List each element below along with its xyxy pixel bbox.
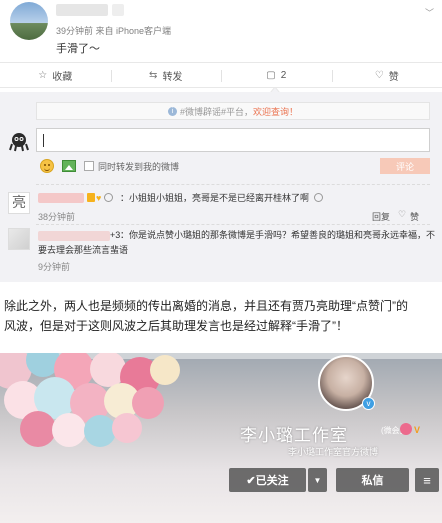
balloon-image — [112, 413, 142, 443]
panda-icon — [103, 193, 113, 202]
article-line: 除此之外，两人也是频频的传出离婚的消息，并且还有贾乃亮助理“点赞门”的 — [4, 299, 408, 313]
profile-banner: v 李小璐工作室 (微会员) V 李小璐工作室官方微博 ✔已关注 ▼ 私信 ≡ — [0, 353, 442, 523]
current-user-avatar-icon — [9, 133, 29, 152]
more-menu-icon[interactable]: ≡ — [415, 468, 439, 492]
balloon-image — [150, 355, 180, 385]
comment-panel: i #微博辟谣#平台， 欢迎查询！ 同时转发到我的微博 评论 亮 ♥ ：小姐姐小… — [0, 92, 442, 282]
balloon-image — [132, 387, 164, 419]
vip-icon — [87, 193, 95, 202]
profile-name: 李小璐工作室 — [240, 426, 348, 445]
followed-button[interactable]: ✔已关注 — [229, 468, 306, 492]
article-paragraph: 除此之外，两人也是频频的传出离婚的消息，并且还有贾乃亮助理“点赞门”的 风波，但… — [4, 296, 438, 336]
post-meta: 39分钟前 来自 iPhone客户端 — [56, 26, 172, 36]
commenter-name-suffix: +3 — [110, 230, 121, 240]
repost-checkbox[interactable] — [84, 161, 94, 171]
like-button[interactable]: ♡ 赞 — [331, 63, 442, 87]
follow-dropdown-button[interactable]: ▼ — [308, 468, 327, 492]
comment-time: 9分钟前 — [38, 262, 71, 272]
user-badge-blurred — [112, 4, 124, 16]
repost-checkbox-label: 同时转发到我的微博 — [98, 162, 180, 172]
balloon-image — [20, 411, 56, 447]
thumbs-up-icon: ♡ — [374, 69, 384, 81]
verified-icon: v — [362, 397, 375, 410]
member-v-icon[interactable]: V — [414, 425, 420, 435]
heart-icon: ♥ — [96, 193, 102, 203]
article-line: 风波，但是对于这则风波之后其助理发言也是经过解释“手滑了”！ — [4, 319, 348, 333]
favorite-label: 收藏 — [52, 71, 73, 83]
comment-button[interactable]: ▢ 2 — [221, 63, 332, 87]
comment-text: ：你是说点赞小璐姐的那条微博是手滑吗？希望善良的璐姐和亮哥永远幸福，不 — [120, 230, 436, 240]
like-label: 赞 — [388, 71, 399, 83]
comment-badges: ♥ — [86, 191, 113, 205]
member-crown-icon[interactable] — [400, 423, 412, 435]
text-cursor — [43, 134, 44, 147]
favorite-button[interactable]: ☆ 收藏 — [0, 63, 111, 87]
comment-text-continued: 要去理会那些流言蜚语 — [38, 245, 129, 255]
commenter-name-blurred[interactable] — [38, 193, 84, 203]
chevron-down-icon[interactable]: ﹀ — [425, 6, 434, 19]
emoji-icon — [314, 191, 323, 205]
divider — [36, 224, 430, 225]
thumbs-up-icon[interactable]: ♡ — [398, 209, 406, 220]
profile-subtitle: 李小璐工作室官方微博 — [288, 447, 379, 457]
post-text: 手滑了～ — [56, 43, 100, 55]
balloon-image — [84, 415, 116, 447]
comment-text: ：小姐姐小姐姐，亮哥是不是已经离开桂林了啊 — [120, 193, 310, 203]
comment-input[interactable] — [36, 128, 430, 152]
notice-link[interactable]: 欢迎查询！ — [253, 105, 298, 118]
divider — [36, 184, 430, 185]
weibo-post: 39分钟前 来自 iPhone客户端 手滑了～ ﹀ — [0, 0, 442, 58]
comment-time: 38分钟前 — [38, 212, 76, 222]
balloon-image — [52, 413, 86, 447]
notice-text: #微博辟谣#平台， — [179, 106, 253, 117]
user-avatar[interactable] — [10, 2, 48, 40]
repost-label: 转发 — [162, 71, 183, 83]
commenter-avatar[interactable]: 亮 — [8, 192, 30, 214]
submit-comment-button[interactable]: 评论 — [380, 158, 430, 174]
info-icon: i — [167, 106, 177, 116]
comment-like-label[interactable]: 赞 — [410, 210, 419, 223]
star-icon: ☆ — [38, 69, 48, 81]
image-icon[interactable] — [62, 160, 76, 172]
rumor-notice: i #微博辟谣#平台， 欢迎查询！ — [36, 102, 430, 120]
commenter-avatar[interactable] — [8, 228, 30, 250]
message-button[interactable]: 私信 — [336, 468, 409, 492]
comment-icon: ▢ — [266, 69, 276, 81]
repost-icon: ⇆ — [149, 69, 158, 81]
username-blurred[interactable] — [56, 4, 108, 16]
reply-link[interactable]: 回复 — [372, 210, 390, 223]
post-action-bar: ☆ 收藏 ⇆ 转发 ▢ 2 ♡ 赞 — [0, 62, 442, 88]
commenter-name-blurred[interactable] — [38, 231, 110, 241]
emoji-icon[interactable] — [40, 159, 54, 173]
comment-count: 2 — [280, 69, 287, 81]
repost-button[interactable]: ⇆ 转发 — [110, 63, 222, 87]
